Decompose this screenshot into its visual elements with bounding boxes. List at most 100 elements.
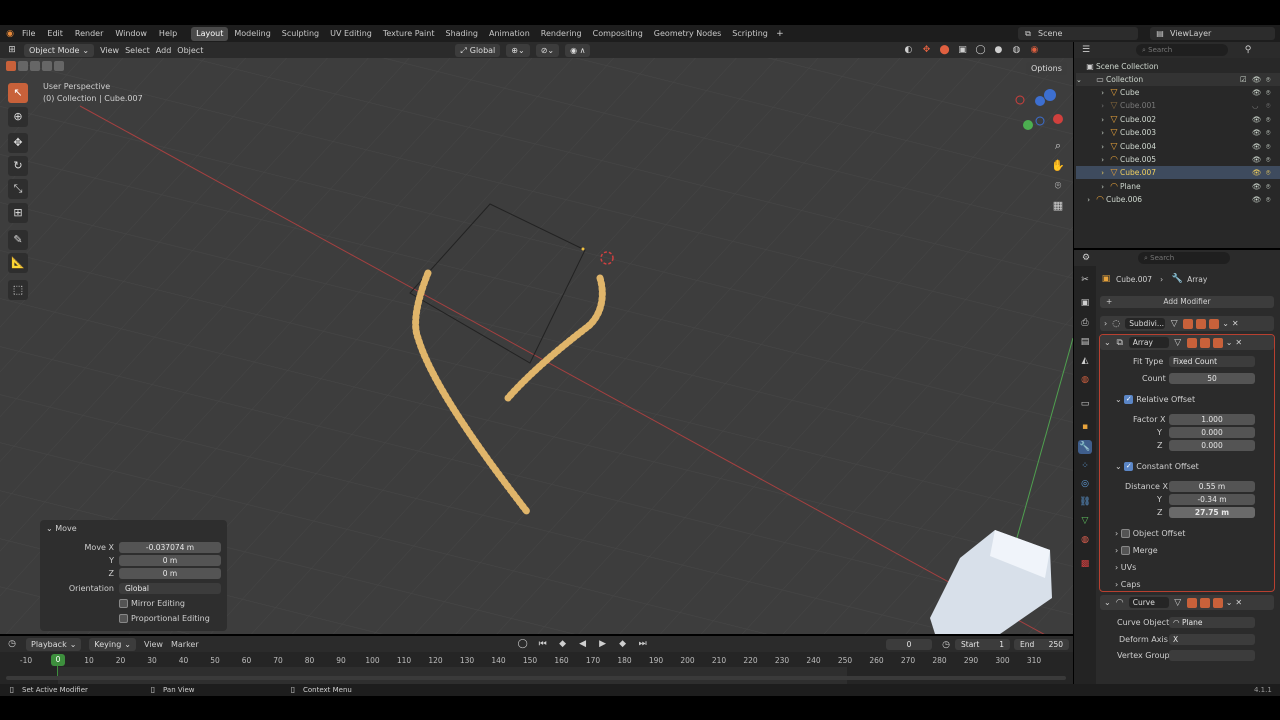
mode-dropdown[interactable]: Object Mode ⌄ <box>24 43 95 57</box>
distance-x-field[interactable]: 0.55 m <box>1169 481 1255 492</box>
count-field[interactable]: 50 <box>1169 373 1255 384</box>
camera-icon[interactable]: ⌾ <box>1266 155 1271 165</box>
distance-y-field[interactable]: -0.34 m <box>1169 494 1255 505</box>
eye-icon[interactable]: 👁 <box>1252 128 1262 137</box>
cage-toggle-icon[interactable] <box>1183 318 1194 329</box>
pan-hand-icon[interactable]: ✋ <box>1049 157 1067 175</box>
preview-range-icon[interactable]: ◷ <box>940 639 952 651</box>
next-keyframe-icon[interactable]: ◆ <box>617 638 629 650</box>
camera-icon[interactable]: ⌾ <box>1266 142 1271 152</box>
add-workspace-icon[interactable]: + <box>774 28 786 40</box>
jump-end-icon[interactable]: ⏭ <box>637 638 649 650</box>
object-tab-icon[interactable]: ▪ <box>1079 421 1091 433</box>
camera-icon[interactable]: ⌾ <box>1266 195 1271 205</box>
modifier-tab-icon[interactable]: 🔧 <box>1078 440 1092 454</box>
play-reverse-icon[interactable]: ◀ <box>577 638 589 650</box>
scene-collection-row[interactable]: ▣ Scene Collection <box>1076 60 1280 73</box>
options-dropdown[interactable]: Options <box>1026 62 1067 75</box>
orientation-select[interactable]: Global <box>119 583 221 594</box>
scale-tool[interactable]: ⤡ <box>8 179 28 199</box>
proportional-toggle[interactable]: ◉ ∧ <box>565 43 591 57</box>
chevron-down-icon[interactable]: ⌄ <box>1222 319 1229 328</box>
eye-icon[interactable]: 👁 <box>1252 182 1262 191</box>
menu-view[interactable]: View <box>144 640 163 649</box>
viewport-toggle-icon[interactable] <box>1199 597 1210 608</box>
menu-select[interactable]: Select <box>125 46 150 55</box>
filter-icon[interactable]: ⚲ <box>1242 44 1254 56</box>
pivot-dropdown[interactable]: ⊕⌄ <box>506 43 530 57</box>
end-frame-field[interactable]: End 250 <box>1014 639 1069 650</box>
render-tab-icon[interactable]: ▣ <box>1079 297 1091 309</box>
tab-layout[interactable]: Layout <box>191 26 229 41</box>
solid-shading-icon[interactable]: ● <box>992 44 1004 56</box>
cage-toggle-icon[interactable] <box>1186 337 1197 348</box>
eye-icon[interactable]: 👁 <box>1252 142 1262 151</box>
eye-hidden-icon[interactable]: ◡ <box>1252 101 1259 110</box>
edit-mode-toggle-icon[interactable]: ▽ <box>1172 597 1184 609</box>
overlay-icon[interactable]: ⬤ <box>938 44 950 56</box>
edit-mode-toggle-icon[interactable]: ▽ <box>1172 337 1184 349</box>
menu-object[interactable]: Object <box>177 46 203 55</box>
menu-view[interactable]: View <box>100 46 119 55</box>
render-toggle-icon[interactable] <box>1209 318 1220 329</box>
modifier-subdivision-header[interactable]: › ◌ Subdivi... ▽ ⌄ ✕ <box>1100 316 1274 331</box>
tab-shading[interactable]: Shading <box>440 27 483 41</box>
select-invert-icon[interactable] <box>42 61 52 71</box>
annotate-tool[interactable]: ✎ <box>8 230 28 250</box>
output-tab-icon[interactable]: ⎙ <box>1079 317 1091 329</box>
select-extend-icon[interactable] <box>18 61 28 71</box>
add-cube-tool[interactable]: ⬚ <box>8 280 28 300</box>
keying-menu[interactable]: Keying ⌄ <box>89 637 136 651</box>
move-y-field[interactable]: 0 m <box>119 555 221 566</box>
tab-compositing[interactable]: Compositing <box>588 27 648 41</box>
checkbox-icon[interactable]: ☑ <box>1240 75 1247 84</box>
object-offset-toggle[interactable]: › Object Offset <box>1115 529 1185 538</box>
texture-tab-icon[interactable]: ▩ <box>1079 558 1091 570</box>
caps-subpanel[interactable]: › Caps <box>1115 580 1140 589</box>
eye-icon[interactable]: 👁 <box>1252 88 1262 97</box>
playback-menu[interactable]: Playback ⌄ <box>26 637 82 651</box>
chevron-down-icon[interactable]: ⌄ <box>1226 338 1233 347</box>
gizmo-icon[interactable]: ✥ <box>920 44 932 56</box>
start-frame-field[interactable]: Start 1 <box>955 639 1010 650</box>
jump-start-icon[interactable]: ⏮ <box>537 638 549 650</box>
tab-rendering[interactable]: Rendering <box>536 27 587 41</box>
vertex-group-field[interactable] <box>1169 650 1255 661</box>
render-toggle-icon[interactable] <box>1212 597 1223 608</box>
outliner-item-cube-001[interactable]: › ▽ Cube.001 ◡ ⌾ <box>1076 99 1280 112</box>
factor-z-field[interactable]: 0.000 <box>1169 440 1255 451</box>
constant-offset-toggle[interactable]: ⌄ ✓ Constant Offset <box>1115 462 1199 471</box>
viewport-toggle-icon[interactable] <box>1199 337 1210 348</box>
tab-sculpting[interactable]: Sculpting <box>277 27 324 41</box>
camera-view-icon[interactable]: ⌾ <box>1049 177 1067 195</box>
measure-tool[interactable]: 📐 <box>8 253 28 273</box>
rotate-tool[interactable]: ↻ <box>8 156 28 176</box>
operator-title[interactable]: ⌄ Move <box>46 524 77 533</box>
physics-tab-icon[interactable]: ◎ <box>1079 478 1091 490</box>
menu-file[interactable]: File <box>16 25 41 42</box>
tab-scripting[interactable]: Scripting <box>727 27 773 41</box>
prev-keyframe-icon[interactable]: ◆ <box>557 638 569 650</box>
modifier-name-field[interactable]: Subdivi... <box>1125 318 1166 329</box>
outliner-item-cube-007[interactable]: › ▽ Cube.007 👁 ⌾ <box>1076 166 1280 179</box>
viewport-toggle-icon[interactable] <box>1196 318 1207 329</box>
zoom-icon[interactable]: ⌕ <box>1049 137 1067 155</box>
material-shading-icon[interactable]: ◍ <box>1010 44 1022 56</box>
cursor-tool[interactable]: ⊕ <box>8 107 28 127</box>
close-icon[interactable]: ✕ <box>1232 319 1239 328</box>
outliner-item-cube-006[interactable]: › ◠ Cube.006 👁 ⌾ <box>1076 193 1280 206</box>
factor-y-field[interactable]: 0.000 <box>1169 427 1255 438</box>
modifier-array-header[interactable]: ⌄ ⧉ Array ▽ ⌄ ✕ <box>1100 335 1274 350</box>
timeline-scrollbar[interactable] <box>6 676 1066 680</box>
merge-toggle[interactable]: › Merge <box>1115 546 1158 555</box>
select-tool[interactable]: ↖ <box>8 83 28 103</box>
camera-icon[interactable]: ⌾ <box>1266 75 1271 85</box>
tab-uv-editing[interactable]: UV Editing <box>325 27 377 41</box>
record-icon[interactable]: ◯ <box>517 638 529 650</box>
fit-type-select[interactable]: Fixed Count <box>1169 356 1255 367</box>
camera-icon[interactable]: ⌾ <box>1266 182 1271 192</box>
move-z-field[interactable]: 0 m <box>119 568 221 579</box>
menu-add[interactable]: Add <box>156 46 172 55</box>
eye-icon[interactable]: 👁 <box>1252 155 1262 164</box>
move-tool[interactable]: ✥ <box>8 133 28 153</box>
